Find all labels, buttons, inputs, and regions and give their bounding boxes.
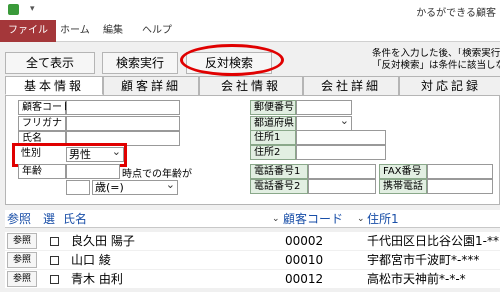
header-address1[interactable]: 住所1	[367, 210, 399, 228]
prefecture-label: 都道府県	[250, 116, 296, 131]
row-customer-code: 00010	[285, 253, 324, 267]
age-condition-select[interactable]: 歳(=)	[92, 178, 178, 195]
customer-code-input[interactable]	[66, 100, 180, 115]
show-all-button[interactable]: 全て表示	[5, 52, 95, 74]
ribbon-tab-help[interactable]: ヘルプ	[134, 20, 180, 42]
tab-company-detail[interactable]: 会社詳細	[303, 76, 399, 95]
window-title: かるができる顧客	[416, 8, 496, 19]
postal-code-input[interactable]	[296, 100, 352, 115]
customer-code-label: 顧客コード	[18, 100, 72, 115]
row-address1: 宇都宮市千波町*-***	[367, 253, 480, 267]
age-value-input[interactable]	[66, 180, 90, 195]
row-address1: 高松市天神前*-*-*	[367, 272, 466, 286]
search-button[interactable]: 検索実行	[102, 52, 178, 74]
address2-input[interactable]	[296, 145, 386, 160]
row-ref-button[interactable]: 参照	[7, 271, 37, 287]
ribbon-tab-home[interactable]: ホーム	[52, 20, 98, 42]
results-grid-header: 参照 選 氏名 ⌄ 顧客コード ⌄ 住所1	[5, 210, 500, 228]
phone1-input[interactable]	[308, 164, 376, 179]
address1-label: 住所1	[250, 130, 296, 145]
address1-input[interactable]	[296, 130, 386, 145]
table-row[interactable]: 参照 青木 由利 00012 高松市天神前*-*-*	[5, 270, 500, 288]
ribbon-tab-file[interactable]: ファイル	[0, 20, 56, 42]
row-ref-button[interactable]: 参照	[7, 233, 37, 249]
ribbon-tab-edit[interactable]: 編集	[95, 20, 131, 42]
ribbon: ファイル ホーム 編集 ヘルプ	[0, 20, 500, 42]
row-name: 良久田 陽子	[71, 234, 135, 248]
header-name[interactable]: 氏名	[63, 210, 87, 228]
sort-chevron-icon[interactable]: ⌄	[357, 210, 365, 228]
row-address1: 千代田区日比谷公園1-**	[367, 234, 499, 248]
quick-access-dropdown-icon[interactable]: ▾	[30, 4, 35, 14]
fax-input[interactable]	[427, 164, 493, 179]
hint-line-1: 条件を入力した後、「検索実行」	[372, 48, 500, 59]
row-customer-code: 00002	[285, 234, 324, 248]
form-tabs: 基本情報 顧客詳細 会社情報 会社詳細 対応記録	[5, 76, 500, 95]
tab-contact-log[interactable]: 対応記録	[399, 76, 500, 95]
hint-line-2: 「反対検索」は条件に該当しな	[372, 60, 500, 71]
age-at-text: 時点での年齢が	[122, 169, 192, 180]
row-customer-code: 00012	[285, 272, 324, 286]
postal-code-label: 郵便番号	[250, 100, 296, 115]
tab-company-info[interactable]: 会社情報	[199, 76, 303, 95]
phone1-label: 電話番号1	[250, 164, 308, 179]
age-label: 年齢	[18, 164, 66, 179]
row-select-checkbox[interactable]	[50, 237, 59, 246]
tab-customer-detail[interactable]: 顧客詳細	[103, 76, 199, 95]
row-select-checkbox[interactable]	[50, 256, 59, 265]
table-row[interactable]: 参照 山口 綾 00010 宇都宮市千波町*-***	[5, 251, 500, 269]
phone2-label: 電話番号2	[250, 179, 308, 194]
header-ref[interactable]: 参照	[7, 210, 31, 228]
row-select-checkbox[interactable]	[50, 275, 59, 284]
app-icon	[8, 4, 19, 15]
prefecture-select[interactable]	[296, 114, 352, 131]
row-name: 山口 綾	[71, 253, 111, 267]
highlight-ellipse	[180, 44, 284, 76]
furigana-input[interactable]	[66, 116, 180, 131]
sort-chevron-icon[interactable]: ⌄	[272, 210, 280, 228]
title-bar: ▾ かるができる顧客	[0, 0, 500, 20]
row-name: 青木 由利	[71, 272, 123, 286]
header-customer-code[interactable]: 顧客コード	[283, 210, 343, 228]
header-select[interactable]: 選	[43, 210, 55, 228]
tab-basic-info[interactable]: 基本情報	[5, 76, 103, 95]
table-row[interactable]: 参照 良久田 陽子 00002 千代田区日比谷公園1-**	[5, 232, 500, 250]
row-ref-button[interactable]: 参照	[7, 252, 37, 268]
age-date-input[interactable]	[66, 164, 120, 179]
mobile-label: 携帯電話	[379, 179, 427, 194]
address2-label: 住所2	[250, 145, 296, 160]
mobile-input[interactable]	[427, 179, 493, 194]
furigana-label: フリガナ	[18, 116, 66, 131]
phone2-input[interactable]	[308, 179, 376, 194]
fax-label: FAX番号	[379, 164, 427, 179]
